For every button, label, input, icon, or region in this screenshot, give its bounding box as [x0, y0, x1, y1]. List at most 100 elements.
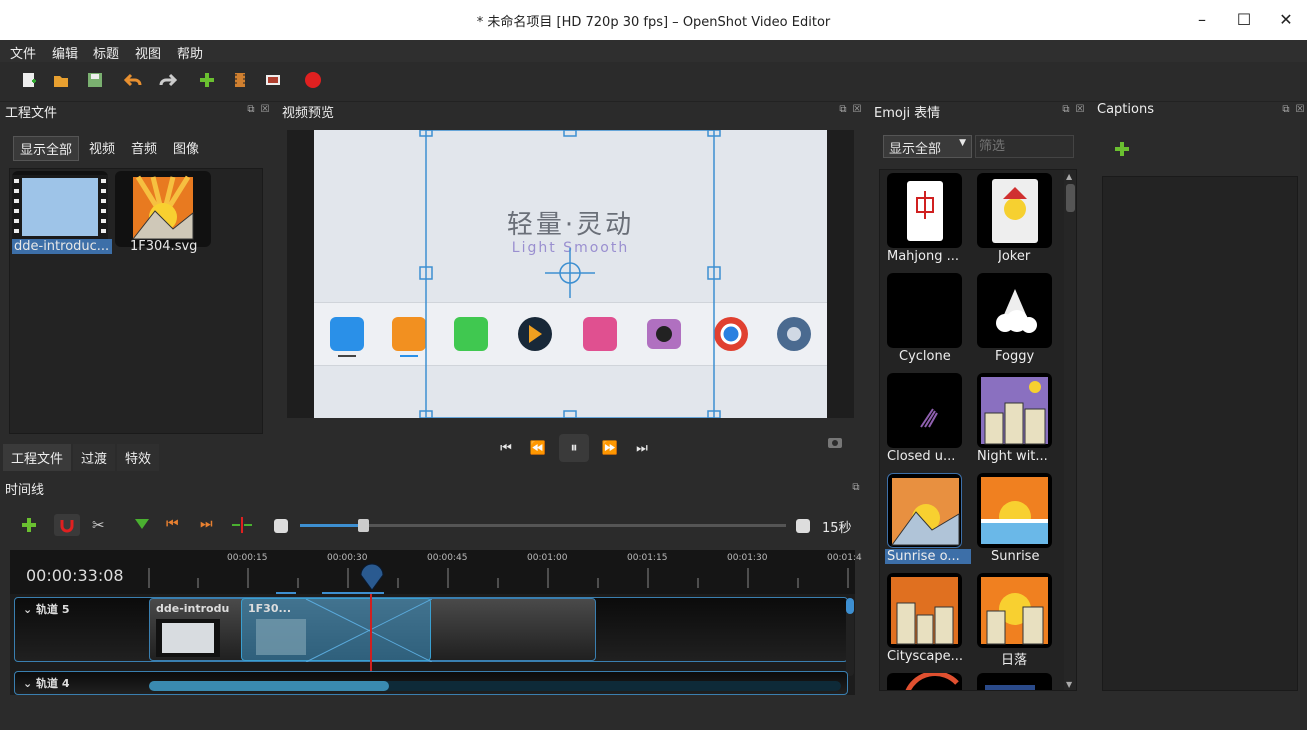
timeline-ruler: 00:00:33:08 00:00:15 00:00:30 00:00:45 0…	[10, 550, 862, 594]
add-track-icon[interactable]	[20, 516, 38, 538]
scroll-thumb[interactable]	[149, 681, 389, 691]
tab-transitions[interactable]: 过渡	[73, 444, 116, 471]
tab-effects[interactable]: 特效	[117, 444, 160, 471]
next-marker-icon[interactable]: ⏭	[200, 516, 213, 532]
emoji-thumb-cityscape-dusk[interactable]	[887, 573, 962, 648]
fullscreen-icon[interactable]	[262, 71, 284, 93]
emoji-thumb-rainbow[interactable]	[887, 671, 962, 690]
close-dock-icon[interactable]: ☒	[1074, 104, 1086, 116]
close-button[interactable]: ✕	[1276, 10, 1296, 30]
camera-icon[interactable]	[827, 435, 843, 449]
jump-end-icon[interactable]: ⏭	[631, 441, 653, 456]
preview-title: 视频预览	[282, 106, 335, 121]
chevron-down-icon: ⌄	[23, 603, 37, 616]
emoji-filter-select[interactable]: 显示全部 ▼	[883, 135, 972, 158]
project-item-svg[interactable]	[115, 171, 211, 247]
filter-show-all[interactable]: 显示全部	[13, 136, 80, 161]
maximize-button[interactable]: ☐	[1234, 10, 1254, 30]
scroll-thumb[interactable]	[846, 598, 854, 614]
project-item-label: 1F304.svg	[130, 239, 198, 254]
previous-marker-icon[interactable]: ⏮	[166, 516, 179, 532]
window-title: * 未命名项目 [HD 720p 30 fps] – OpenShot Vide…	[476, 15, 831, 30]
menu-view[interactable]: 视图	[135, 43, 161, 62]
float-icon[interactable]: ⧉	[1280, 104, 1292, 116]
emoji-title: Emoji 表情	[874, 106, 941, 121]
emoji-thumb-night[interactable]	[977, 673, 1052, 690]
new-project-icon[interactable]	[18, 71, 40, 93]
close-dock-icon[interactable]: ☒	[1294, 104, 1306, 116]
emoji-list: Mahjong ... Joker Cyclone Foggy Closed u…	[879, 169, 1077, 691]
playhead-handle[interactable]	[357, 563, 387, 593]
emoji-scrollbar[interactable]: ▲ ▼	[1064, 170, 1076, 690]
rewind-icon[interactable]: ⏪	[527, 441, 549, 456]
zoom-label: 15秒	[822, 521, 852, 536]
import-files-icon[interactable]	[196, 71, 218, 93]
choose-profile-icon[interactable]	[229, 71, 251, 93]
close-dock-icon[interactable]: ☒	[259, 104, 271, 116]
emoji-thumb-night-city[interactable]	[977, 373, 1052, 448]
filter-audio[interactable]: 音频	[125, 136, 163, 161]
emoji-thumb-joker[interactable]	[977, 173, 1052, 248]
close-dock-icon[interactable]: ☒	[851, 104, 863, 116]
emoji-thumb-foggy[interactable]	[977, 273, 1052, 348]
project-files-title: 工程文件	[5, 106, 58, 121]
redo-icon[interactable]	[157, 71, 179, 93]
pause-icon[interactable]: ⏸	[559, 434, 589, 462]
menu-edit[interactable]: 编辑	[52, 43, 78, 62]
zoom-slider-fill	[300, 524, 363, 527]
float-icon[interactable]: ⧉	[245, 104, 257, 116]
emoji-thumb-sunrise-mountains[interactable]	[887, 473, 962, 548]
center-playhead-icon[interactable]	[230, 517, 254, 537]
zoom-in-icon[interactable]	[796, 519, 810, 533]
project-item-video[interactable]	[12, 171, 108, 247]
add-marker-icon[interactable]	[134, 517, 150, 535]
clip-image[interactable]: 1F30...	[241, 598, 432, 662]
export-video-icon[interactable]	[302, 71, 324, 93]
menu-help[interactable]: 帮助	[177, 43, 203, 62]
emoji-thumb-mahjong[interactable]	[887, 173, 962, 248]
zoom-slider[interactable]	[300, 519, 786, 532]
float-icon[interactable]: ⧉	[850, 482, 862, 494]
track-name: ⌄ 轨道 4	[23, 677, 70, 690]
tab-project-files[interactable]: 工程文件	[3, 444, 72, 471]
emoji-thumb-cyclone[interactable]	[887, 273, 962, 348]
scroll-thumb[interactable]	[1066, 184, 1075, 212]
filter-image[interactable]: 图像	[167, 136, 205, 161]
float-icon[interactable]: ⧉	[837, 104, 849, 116]
zoom-slider-handle[interactable]	[358, 519, 369, 532]
razor-icon[interactable]: ✂	[92, 516, 105, 534]
menu-bar: 文件 编辑 标题 视图 帮助	[0, 40, 1307, 62]
fast-forward-icon[interactable]: ⏩	[599, 441, 621, 456]
video-preview[interactable]: 轻量·灵动 Light Smooth	[287, 130, 854, 418]
jump-start-icon[interactable]: ⏮	[495, 441, 517, 456]
scroll-down-icon[interactable]: ▼	[1066, 680, 1075, 689]
emoji-label: Night wit...	[977, 449, 1048, 464]
undo-icon[interactable]	[122, 71, 144, 93]
filter-video[interactable]: 视频	[83, 136, 121, 161]
emoji-thumb-sunrise[interactable]	[977, 473, 1052, 548]
menu-title[interactable]: 标题	[93, 43, 119, 62]
emoji-thumb-closed-umbrella[interactable]	[887, 373, 962, 448]
float-icon[interactable]: ⧉	[1060, 104, 1072, 116]
emoji-label: Cyclone	[899, 349, 951, 364]
emoji-search-input[interactable]	[975, 135, 1074, 158]
track-name: ⌄ 轨道 5	[23, 603, 70, 616]
main-toolbar	[0, 62, 1307, 102]
menu-file[interactable]: 文件	[10, 43, 36, 62]
timeline-area[interactable]: 00:00:33:08 00:00:15 00:00:30 00:00:45 0…	[10, 550, 862, 695]
captions-panel	[1102, 176, 1298, 691]
zoom-out-icon[interactable]	[274, 519, 288, 533]
add-caption-icon[interactable]	[1113, 140, 1131, 158]
chevron-down-icon: ▼	[959, 138, 966, 148]
emoji-thumb-sunset[interactable]	[977, 573, 1052, 648]
save-project-icon[interactable]	[84, 71, 106, 93]
open-project-icon[interactable]	[50, 71, 72, 93]
project-files-list: dde-introduc... 1F304.svg	[9, 168, 263, 434]
timeline-hscroll[interactable]	[149, 681, 841, 691]
timeline-toolbar: ✂ ⏮ ⏭ 15秒	[18, 514, 858, 538]
scroll-up-icon[interactable]: ▲	[1066, 172, 1075, 181]
snap-magnet-icon[interactable]	[54, 514, 80, 536]
timeline-vscroll[interactable]	[846, 598, 854, 676]
track-5[interactable]: ⌄ 轨道 5 dde-introdu 1F30...	[14, 597, 848, 662]
minimize-button[interactable]: –	[1192, 10, 1212, 30]
